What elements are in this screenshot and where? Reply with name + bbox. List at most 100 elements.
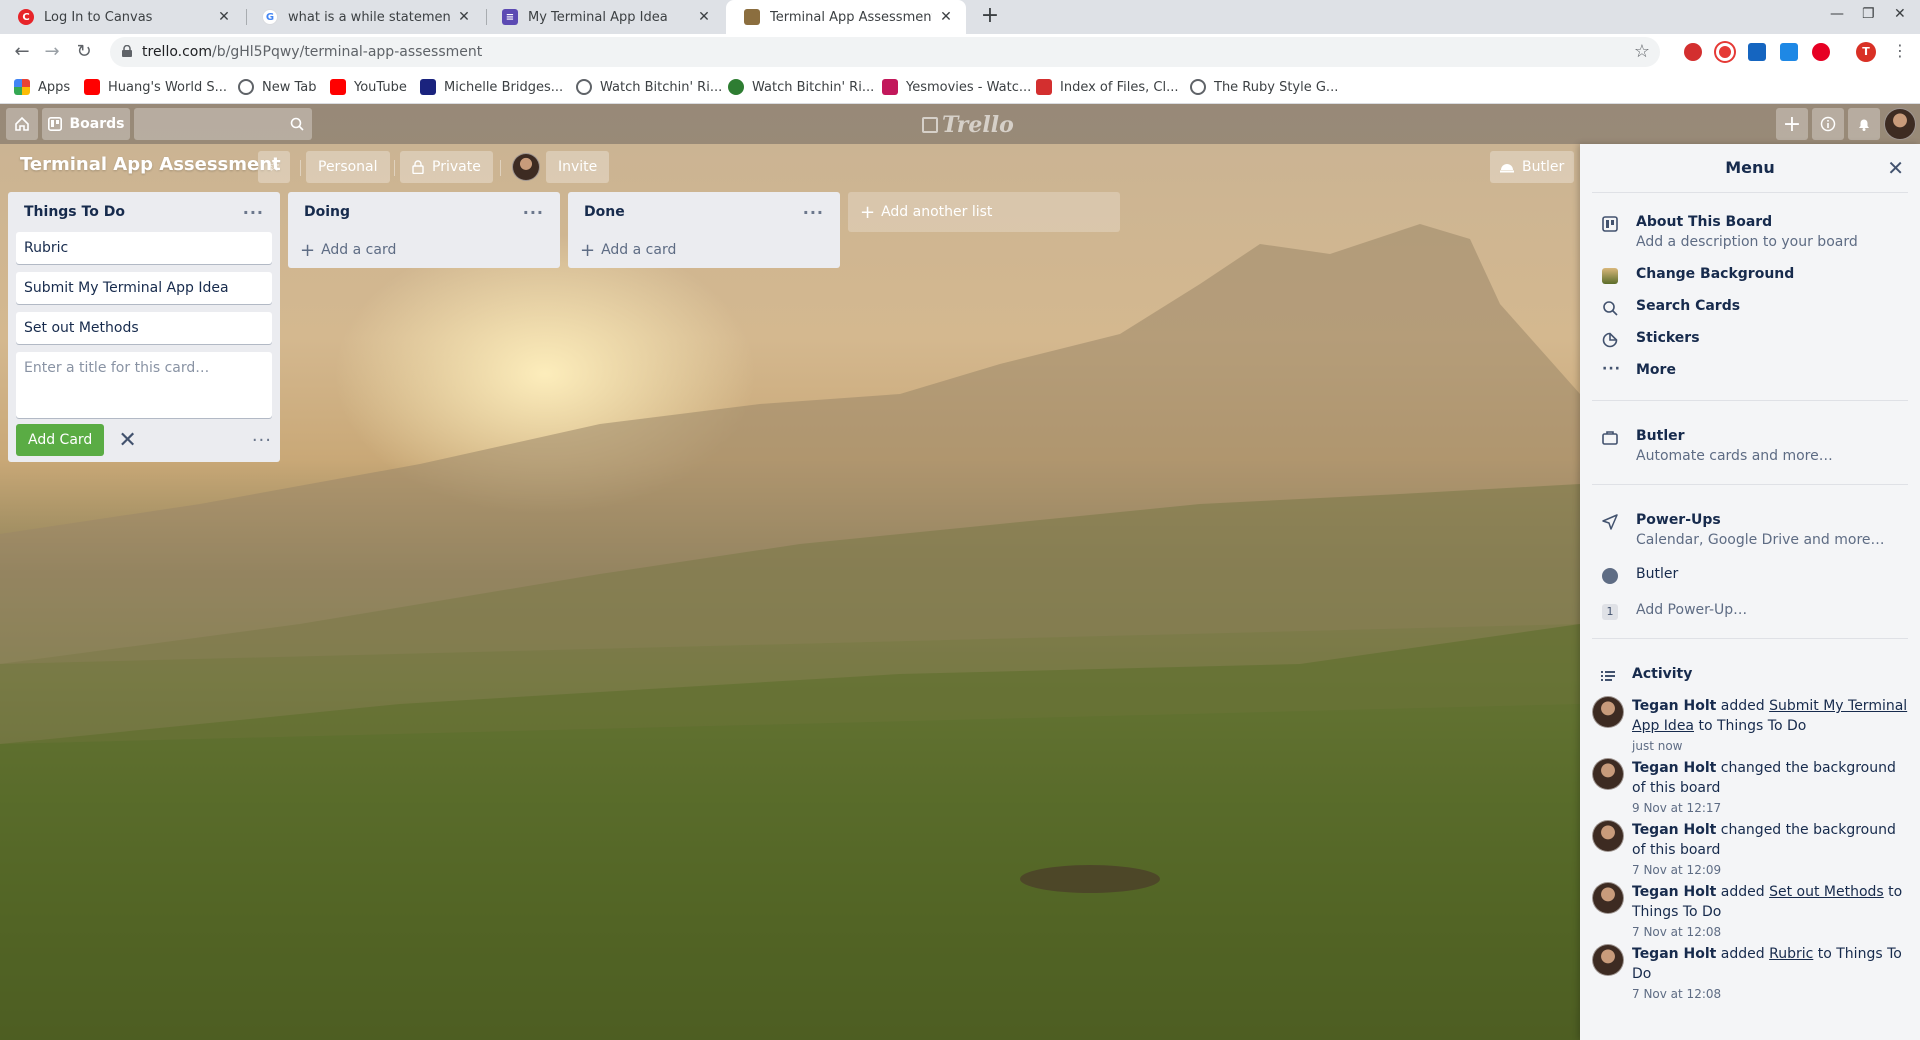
menu-item-about-board[interactable]: About This Board Add a description to yo… xyxy=(1592,214,1908,254)
add-power-up-button[interactable]: 1 Add Power-Up… xyxy=(1592,602,1908,624)
bookmark-item[interactable]: New Tab xyxy=(238,70,317,104)
team-button[interactable]: Personal xyxy=(306,151,390,183)
avatar[interactable] xyxy=(1592,696,1624,728)
list-menu-icon[interactable]: ··· xyxy=(803,203,824,222)
close-menu-icon[interactable]: ✕ xyxy=(1887,156,1904,180)
activity-user[interactable]: Tegan Holt xyxy=(1632,698,1716,714)
activity-timestamp[interactable]: 7 Nov at 12:09 xyxy=(1632,860,1908,880)
close-tab-icon[interactable]: ✕ xyxy=(696,9,712,25)
new-tab-button[interactable]: + xyxy=(976,3,1004,31)
invite-button[interactable]: Invite xyxy=(546,151,610,183)
info-button[interactable] xyxy=(1812,108,1844,140)
home-button[interactable] xyxy=(6,108,38,140)
menu-item-change-background[interactable]: Change Background xyxy=(1592,266,1908,288)
menu-item-power-ups[interactable]: Power-Ups Calendar, Google Drive and mor… xyxy=(1592,512,1908,552)
board-member-avatar[interactable] xyxy=(512,153,540,181)
pinterest-extension-icon[interactable] xyxy=(1812,43,1830,61)
tab-title: My Terminal App Idea xyxy=(528,9,668,25)
card[interactable]: Submit My Terminal App Idea xyxy=(16,272,272,304)
profile-avatar[interactable]: T xyxy=(1856,42,1876,62)
avatar[interactable] xyxy=(1592,758,1624,790)
browser-menu-icon[interactable]: ⋮ xyxy=(1892,41,1908,60)
close-tab-icon[interactable]: ✕ xyxy=(456,9,472,25)
create-button[interactable]: + xyxy=(1776,108,1808,140)
bookmark-item[interactable]: YouTube xyxy=(330,70,407,104)
eyedropper-extension-icon[interactable] xyxy=(1780,43,1798,61)
forward-icon[interactable]: → xyxy=(40,40,64,64)
composer-options-icon[interactable]: ··· xyxy=(252,430,272,451)
trello-logo[interactable]: Trello xyxy=(922,112,1014,138)
activity-user[interactable]: Tegan Holt xyxy=(1632,946,1716,962)
boards-button[interactable]: Boards xyxy=(42,108,130,140)
add-another-list-button[interactable]: + Add another list xyxy=(848,192,1120,232)
notifications-button[interactable] xyxy=(1848,108,1880,140)
add-card-button[interactable]: Add Card xyxy=(16,424,105,456)
translate-extension-icon[interactable] xyxy=(1748,43,1766,61)
menu-item-title: About This Board xyxy=(1636,214,1773,230)
avatar[interactable] xyxy=(1592,882,1624,914)
close-icon[interactable]: ✕ xyxy=(118,428,136,453)
activity-timestamp[interactable]: just now xyxy=(1632,736,1908,756)
bookmark-item[interactable]: Huang's World S... xyxy=(84,70,227,104)
menu-item-butler[interactable]: Butler Automate cards and more… xyxy=(1592,428,1908,468)
activity-timestamp[interactable]: 7 Nov at 12:08 xyxy=(1632,984,1908,1004)
menu-item-more[interactable]: ··· More xyxy=(1592,362,1908,384)
member-avatar[interactable] xyxy=(1884,108,1916,140)
bookmark-item[interactable]: Michelle Bridges... xyxy=(420,70,563,104)
bookmark-item[interactable]: Index of Files, Cl... xyxy=(1036,70,1178,104)
activity-card-link[interactable]: Rubric xyxy=(1769,946,1813,962)
browser-tab-trello[interactable]: Terminal App Assessment | Tr ✕ xyxy=(726,0,966,34)
bookmark-label: Michelle Bridges... xyxy=(444,79,564,95)
minimize-icon[interactable]: — xyxy=(1830,6,1844,22)
close-tab-icon[interactable]: ✕ xyxy=(216,9,232,25)
activity-timestamp[interactable]: 9 Nov at 12:17 xyxy=(1632,798,1908,818)
list-title[interactable]: Things To Do xyxy=(24,204,125,220)
bookmark-apps[interactable]: Apps xyxy=(14,70,70,104)
list-title[interactable]: Done xyxy=(584,204,625,220)
butler-icon xyxy=(1500,164,1514,173)
menu-item-stickers[interactable]: Stickers xyxy=(1592,330,1908,352)
browser-tab-docs[interactable]: ≡ My Terminal App Idea ✕ xyxy=(484,0,724,34)
bookmark-item[interactable]: Watch Bitchin' Ri... xyxy=(576,70,722,104)
butler-button[interactable]: Butler xyxy=(1490,151,1575,183)
restore-icon[interactable]: ❐ xyxy=(1862,6,1875,22)
add-a-card-button[interactable]: + Add a card xyxy=(288,232,560,268)
menu-item-title: Search Cards xyxy=(1636,298,1741,314)
power-up-butler[interactable]: Butler xyxy=(1592,566,1908,588)
activity-card-link[interactable]: Set out Methods xyxy=(1769,884,1884,900)
browser-tab-google[interactable]: G what is a while statement in ru ✕ xyxy=(244,0,484,34)
avatar[interactable] xyxy=(1592,944,1624,976)
back-icon[interactable]: ← xyxy=(10,40,34,64)
reload-icon[interactable]: ↻ xyxy=(72,40,96,64)
boards-label: Boards xyxy=(69,116,125,132)
activity-timestamp[interactable]: 7 Nov at 12:08 xyxy=(1632,922,1908,942)
close-tab-icon[interactable]: ✕ xyxy=(938,9,954,25)
bookmark-item[interactable]: The Ruby Style G... xyxy=(1190,70,1338,104)
list-menu-icon[interactable]: ··· xyxy=(523,203,544,222)
browser-tab-canvas[interactable]: C Log In to Canvas ✕ xyxy=(0,0,244,34)
adblock-extension-icon[interactable] xyxy=(1684,43,1702,61)
visibility-button[interactable]: Private xyxy=(400,151,493,183)
header-search-input[interactable] xyxy=(134,108,312,140)
add-a-card-button[interactable]: + Add a card xyxy=(568,232,840,268)
activity-user[interactable]: Tegan Holt xyxy=(1632,822,1716,838)
bookmark-item[interactable]: Watch Bitchin' Ri... xyxy=(728,70,874,104)
menu-item-subtitle: Add a description to your board xyxy=(1636,234,1858,250)
close-window-icon[interactable]: ✕ xyxy=(1894,6,1906,22)
bookmark-item[interactable]: Yesmovies - Watc... xyxy=(882,70,1031,104)
list-menu-icon[interactable]: ··· xyxy=(243,203,264,222)
activity-user[interactable]: Tegan Holt xyxy=(1632,760,1716,776)
activity-user[interactable]: Tegan Holt xyxy=(1632,884,1716,900)
card[interactable]: Rubric xyxy=(16,232,272,264)
address-bar[interactable]: trello.com/b/gHl5Pqwy/terminal-app-asses… xyxy=(110,37,1660,67)
card[interactable]: Set out Methods xyxy=(16,312,272,344)
avatar[interactable] xyxy=(1592,820,1624,852)
board-title[interactable]: Terminal App Assessment xyxy=(20,154,281,175)
list-title[interactable]: Doing xyxy=(304,204,350,220)
menu-item-search-cards[interactable]: Search Cards xyxy=(1592,298,1908,320)
star-board-button[interactable]: ☆ xyxy=(258,151,290,183)
ellipsis-icon: ··· xyxy=(1602,361,1621,377)
card-title-input[interactable]: Enter a title for this card… xyxy=(16,352,272,418)
lastpass-extension-icon[interactable] xyxy=(1716,43,1734,61)
bookmark-star-icon[interactable]: ☆ xyxy=(1634,41,1650,62)
